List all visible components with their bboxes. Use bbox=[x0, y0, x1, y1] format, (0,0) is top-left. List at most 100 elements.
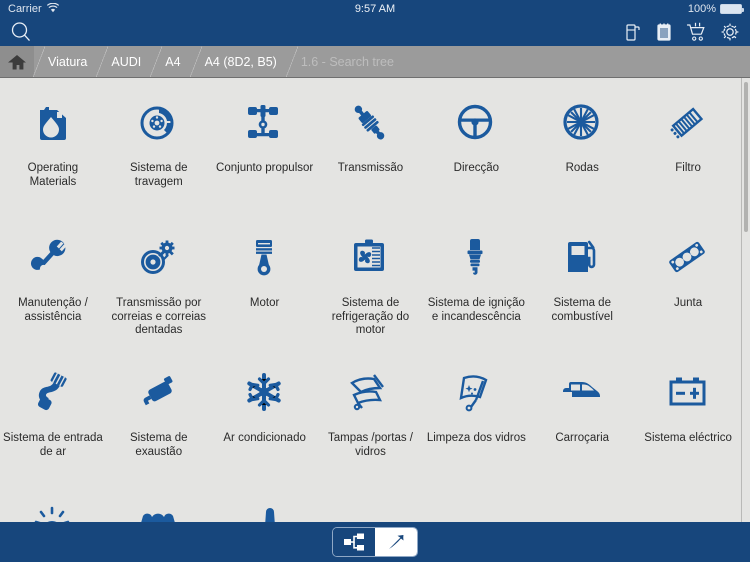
category-cell[interactable]: Sistema de refrigeração do motor bbox=[318, 213, 424, 348]
category-cell[interactable]: Sistema de exaustão bbox=[106, 348, 212, 483]
view-mode-segmented-control bbox=[332, 527, 418, 557]
category-grid: Operating Materials Sistema de travagem … bbox=[0, 78, 741, 522]
category-cell[interactable]: Operating Materials bbox=[0, 78, 106, 213]
category-label: Sistema de ignição e incandescência bbox=[427, 297, 525, 323]
exhaust-muffler-icon bbox=[124, 358, 194, 428]
status-bar: Carrier 9:57 AM 100% bbox=[0, 0, 750, 18]
category-label: Rodas bbox=[565, 162, 599, 174]
breadcrumb-item-0[interactable]: Viatura bbox=[32, 46, 98, 77]
search-icon[interactable] bbox=[10, 21, 32, 43]
breadcrumb: Viatura AUDI A4 A4 (8D2, B5) 1.6 - Searc… bbox=[0, 46, 750, 78]
category-cell[interactable]: Rodas bbox=[529, 78, 635, 213]
category-label: Transmissão bbox=[337, 162, 404, 174]
category-label: Tampas /portas / vidros bbox=[327, 432, 413, 458]
category-label: Sistema de travagem bbox=[130, 162, 188, 188]
category-label: Conjunto propulsor bbox=[216, 162, 314, 174]
battery-icon bbox=[653, 358, 723, 428]
wifi-icon bbox=[46, 2, 59, 16]
breadcrumb-label: A4 (8D2, B5) bbox=[204, 54, 277, 69]
breadcrumb-item-1[interactable]: AUDI bbox=[96, 46, 152, 77]
arrow-pointer-icon[interactable] bbox=[375, 528, 417, 556]
air-intake-icon bbox=[18, 358, 88, 428]
category-cell[interactable]: Manutenção / assistência bbox=[0, 213, 106, 348]
nav-bar-actions bbox=[624, 22, 740, 42]
category-cell[interactable]: Sistema de combustível bbox=[529, 213, 635, 348]
status-bar-left: Carrier bbox=[8, 2, 59, 16]
category-label: Filtro bbox=[675, 162, 701, 174]
fuel-pump-icon bbox=[547, 223, 617, 293]
wiper-blade-icon bbox=[441, 358, 511, 428]
sensor-icon bbox=[230, 493, 300, 522]
breadcrumb-label: AUDI bbox=[111, 54, 142, 69]
category-cell[interactable]: Sistema de ignição e incandescência bbox=[423, 213, 529, 348]
nav-bar bbox=[0, 18, 750, 46]
battery-percent-label: 100% bbox=[687, 3, 716, 15]
status-bar-right: 100% bbox=[687, 3, 744, 15]
category-label: Sistema de exaustão bbox=[130, 432, 188, 458]
head-gasket-icon bbox=[653, 223, 723, 293]
category-label: Manutenção / assistência bbox=[18, 297, 88, 323]
wrench-icon bbox=[18, 223, 88, 293]
tree-view-icon[interactable] bbox=[333, 528, 375, 556]
category-cell[interactable]: Transmissão bbox=[318, 78, 424, 213]
brake-disc-icon bbox=[124, 88, 194, 158]
bottom-toolbar bbox=[0, 522, 750, 562]
category-cell[interactable]: Filtro bbox=[635, 78, 741, 213]
category-label: Limpeza dos vidros bbox=[426, 432, 526, 444]
breadcrumb-item-3[interactable]: A4 (8D2, B5) bbox=[189, 46, 287, 77]
breadcrumb-label: Viatura bbox=[48, 54, 88, 69]
radiator-icon bbox=[335, 223, 405, 293]
category-cell[interactable]: Tampas /portas / vidros bbox=[318, 348, 424, 483]
category-cell[interactable]: Sistema de entrada de ar bbox=[0, 348, 106, 483]
category-cell[interactable] bbox=[212, 483, 318, 522]
category-label: Ar condicionado bbox=[223, 432, 306, 444]
category-cell[interactable] bbox=[0, 483, 106, 522]
category-label: Motor bbox=[249, 297, 280, 309]
battery-indicator-icon bbox=[720, 4, 744, 14]
belt-pulley-icon bbox=[124, 223, 194, 293]
gear-parts-icon bbox=[124, 493, 194, 522]
drivetrain-icon bbox=[230, 88, 300, 158]
category-label: Operating Materials bbox=[27, 162, 79, 188]
category-cell[interactable]: Sistema eléctrico bbox=[635, 348, 741, 483]
category-cell[interactable]: Ar condicionado bbox=[212, 348, 318, 483]
vertical-scrollbar[interactable] bbox=[741, 78, 750, 522]
category-label: Sistema de refrigeração do motor bbox=[331, 297, 410, 336]
category-cell[interactable]: Conjunto propulsor bbox=[212, 78, 318, 213]
snowflake-icon bbox=[230, 358, 300, 428]
breadcrumb-label: 1.6 - Search tree bbox=[300, 54, 394, 69]
breadcrumb-item-2[interactable]: A4 bbox=[150, 46, 191, 77]
piston-icon bbox=[230, 223, 300, 293]
category-cell[interactable]: Motor bbox=[212, 213, 318, 348]
category-cell[interactable]: Limpeza dos vidros bbox=[423, 348, 529, 483]
oil-canister-icon bbox=[18, 88, 88, 158]
category-label: Direcção bbox=[453, 162, 500, 174]
wheel-icon bbox=[547, 88, 617, 158]
oil-bottle-icon[interactable] bbox=[624, 22, 642, 42]
category-label: Junta bbox=[673, 297, 703, 309]
car-body-icon bbox=[547, 358, 617, 428]
breadcrumb-home-icon[interactable] bbox=[0, 46, 34, 77]
category-grid-scroll[interactable]: Operating Materials Sistema de travagem … bbox=[0, 78, 750, 522]
gear-icon[interactable] bbox=[720, 22, 740, 42]
category-label: Carroçaria bbox=[555, 432, 610, 444]
category-label: Transmissão por correias e correias dent… bbox=[111, 297, 207, 336]
category-cell[interactable]: Sistema de travagem bbox=[106, 78, 212, 213]
category-label: Sistema de entrada de ar bbox=[3, 432, 103, 458]
category-cell[interactable]: Carroçaria bbox=[529, 348, 635, 483]
status-bar-time: 9:57 AM bbox=[354, 3, 396, 15]
spark-plug-icon bbox=[441, 223, 511, 293]
notepad-icon[interactable] bbox=[656, 22, 672, 42]
window-door-icon bbox=[335, 358, 405, 428]
filter-icon bbox=[653, 88, 723, 158]
breadcrumb-label: A4 bbox=[165, 54, 181, 69]
steering-wheel-icon bbox=[441, 88, 511, 158]
category-cell[interactable]: Junta bbox=[635, 213, 741, 348]
lamp-icon bbox=[18, 493, 88, 522]
category-cell[interactable]: Direcção bbox=[423, 78, 529, 213]
carrier-label: Carrier bbox=[8, 3, 42, 15]
category-cell[interactable]: Transmissão por correias e correias dent… bbox=[106, 213, 212, 348]
category-label: Sistema eléctrico bbox=[644, 432, 732, 444]
shopping-cart-icon[interactable] bbox=[686, 22, 706, 42]
category-cell[interactable] bbox=[106, 483, 212, 522]
